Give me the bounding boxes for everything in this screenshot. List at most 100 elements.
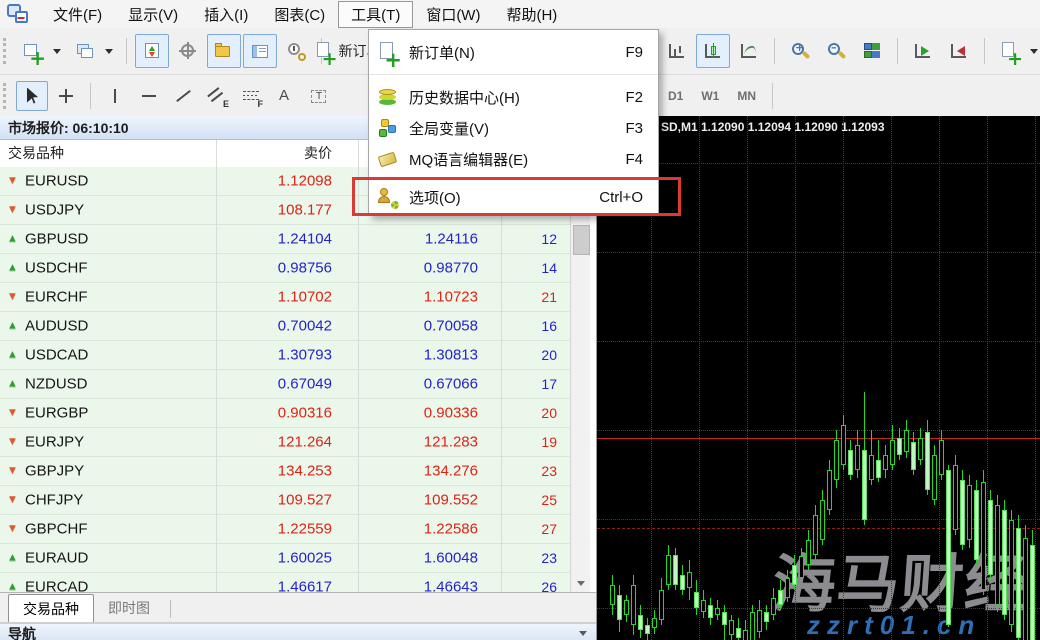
bar-chart-button[interactable]: [660, 34, 694, 68]
menubar-item-tools[interactable]: 工具(T): [338, 1, 413, 28]
menu-item-history-center[interactable]: 历史数据中心(H)F2: [369, 82, 658, 113]
market-watch-scrollbar[interactable]: [570, 167, 590, 592]
spread-cell: 19: [501, 434, 557, 450]
scrollbar-down-icon[interactable]: [577, 581, 585, 586]
candle-body: [939, 440, 944, 475]
table-row-gbpjpy[interactable]: ▼GBPJPY134.253134.27623: [0, 457, 570, 486]
candle-body: [715, 608, 720, 615]
menu-item-mq-editor[interactable]: MQ语言编辑器(E)F4: [369, 144, 658, 175]
terminal-button[interactable]: [243, 34, 277, 68]
tile-button[interactable]: [855, 34, 889, 68]
market-watch-rows: ▼EURUSD1.12098▼USDJPY108.177108.19316▲GB…: [0, 167, 570, 592]
bid-cell: 121.264: [216, 434, 332, 451]
table-row-nzdusd[interactable]: ▲NZDUSD0.670490.6706617: [0, 370, 570, 399]
new-chart-button[interactable]: [16, 34, 50, 68]
market-watch-button[interactable]: [135, 34, 169, 68]
new-order-button[interactable]: 新订单: [330, 34, 364, 68]
table-row-euraud[interactable]: ▲EURAUD1.600251.6004823: [0, 544, 570, 573]
vline-button[interactable]: [99, 81, 131, 111]
candle-body: [1023, 538, 1028, 640]
data-window-button[interactable]: [171, 34, 205, 68]
tester-icon: [285, 40, 307, 62]
bar-chart-icon: [666, 40, 688, 62]
down-arrow-icon: ▼: [7, 495, 18, 506]
zoom-out-icon: [825, 40, 847, 62]
menu-item-shortcut: F2: [625, 89, 643, 106]
collapse-chevron-icon[interactable]: [579, 631, 587, 636]
spread-cell: 26: [501, 579, 557, 592]
table-row-eurchf[interactable]: ▼EURCHF1.107021.1072321: [0, 283, 570, 312]
menubar-item-help[interactable]: 帮助(H): [493, 1, 570, 28]
table-row-usdcad[interactable]: ▲USDCAD1.307931.3081320: [0, 341, 570, 370]
menubar-item-insert[interactable]: 插入(I): [191, 1, 261, 28]
icon-part: [674, 49, 676, 56]
chart-shift-button[interactable]: [942, 34, 976, 68]
table-row-gbpchf[interactable]: ▼GBPCHF1.225591.2258627: [0, 515, 570, 544]
candle-body: [974, 490, 979, 560]
candle-body: [680, 575, 685, 590]
profiles-button[interactable]: [68, 34, 102, 68]
fibo-button[interactable]: [235, 81, 267, 111]
hline-button[interactable]: [133, 81, 165, 111]
column-header[interactable]: 卖价: [216, 140, 332, 167]
tab-symbols[interactable]: 交易品种: [8, 594, 94, 623]
tester-button[interactable]: [279, 34, 313, 68]
navigator-bar[interactable]: 导航: [0, 622, 596, 640]
icon-part: [114, 89, 116, 103]
icon-part: [317, 42, 329, 57]
trend-button[interactable]: [167, 81, 199, 111]
symbol-cell: EURCHF: [25, 289, 88, 306]
up-arrow-icon: ▲: [7, 321, 18, 332]
timeframe-d1-button[interactable]: D1: [660, 84, 691, 108]
navigator-button[interactable]: [207, 34, 241, 68]
table-row-chfjpy[interactable]: ▼CHFJPY109.527109.55225: [0, 486, 570, 515]
scrollbar-thumb[interactable]: [573, 225, 590, 255]
crosshair-button[interactable]: [50, 81, 82, 111]
auto-scroll-button[interactable]: [906, 34, 940, 68]
menu-item-global-variables[interactable]: 全局变量(V)F3: [369, 113, 658, 144]
spread-cell: 16: [501, 318, 557, 334]
table-row-gbpusd[interactable]: ▲GBPUSD1.241041.2411612: [0, 225, 570, 254]
zoom-out-button[interactable]: [819, 34, 853, 68]
label-icon: [308, 85, 330, 107]
table-row-eurcad[interactable]: ▲EURCAD1.466171.4664326: [0, 573, 570, 592]
toolbar-standard-left: 新订单: [16, 34, 364, 68]
table-row-usdchf[interactable]: ▲USDCHF0.987560.9877014: [0, 254, 570, 283]
ask-cell: 1.24116: [358, 231, 478, 248]
cursor-button[interactable]: [16, 81, 48, 111]
text-button[interactable]: [269, 81, 301, 111]
zoom-in-button[interactable]: [783, 34, 817, 68]
dropdown-caret-icon[interactable]: [105, 49, 113, 54]
channel-button[interactable]: [201, 81, 233, 111]
toolbar-separator: [126, 38, 127, 64]
icon-part: [149, 46, 155, 51]
indicators-button[interactable]: [993, 34, 1027, 68]
menubar-item-file[interactable]: 文件(F): [40, 1, 115, 28]
candle-body: [876, 460, 881, 478]
menubar-item-view[interactable]: 显示(V): [115, 1, 191, 28]
menubar-item-charts[interactable]: 图表(C): [261, 1, 338, 28]
menu-item-label: 新订单(N): [409, 42, 625, 63]
dropdown-caret-icon[interactable]: [53, 49, 61, 54]
menubar-item-window[interactable]: 窗口(W): [413, 1, 493, 28]
menu-item-new-order[interactable]: 新订单(N)F9: [369, 37, 658, 67]
toolbar-grip[interactable]: [3, 38, 12, 64]
ask-cell: 1.60048: [358, 550, 478, 567]
table-row-eurgbp[interactable]: ▼EURGBP0.903160.9033620: [0, 399, 570, 428]
toolbar-grip[interactable]: [3, 83, 12, 109]
dropdown-caret-icon[interactable]: [1030, 49, 1038, 54]
label-button[interactable]: [303, 81, 335, 111]
timeframe-w1-button[interactable]: W1: [693, 84, 727, 108]
symbol-cell: USDJPY: [25, 202, 84, 219]
candle-chart-button[interactable]: [696, 34, 730, 68]
line-chart-button[interactable]: [732, 34, 766, 68]
candle-body: [960, 480, 965, 545]
bid-cell: 1.22559: [216, 521, 332, 538]
menu-item-shortcut: F9: [625, 44, 643, 61]
tab-tick-chart[interactable]: 即时图: [94, 594, 164, 622]
table-row-audusd[interactable]: ▲AUDUSD0.700420.7005816: [0, 312, 570, 341]
up-arrow-icon: ▲: [7, 553, 18, 564]
timeframe-mn-button[interactable]: MN: [729, 84, 764, 108]
table-row-eurjpy[interactable]: ▼EURJPY121.264121.28319: [0, 428, 570, 457]
column-header[interactable]: 交易品种: [8, 140, 208, 167]
